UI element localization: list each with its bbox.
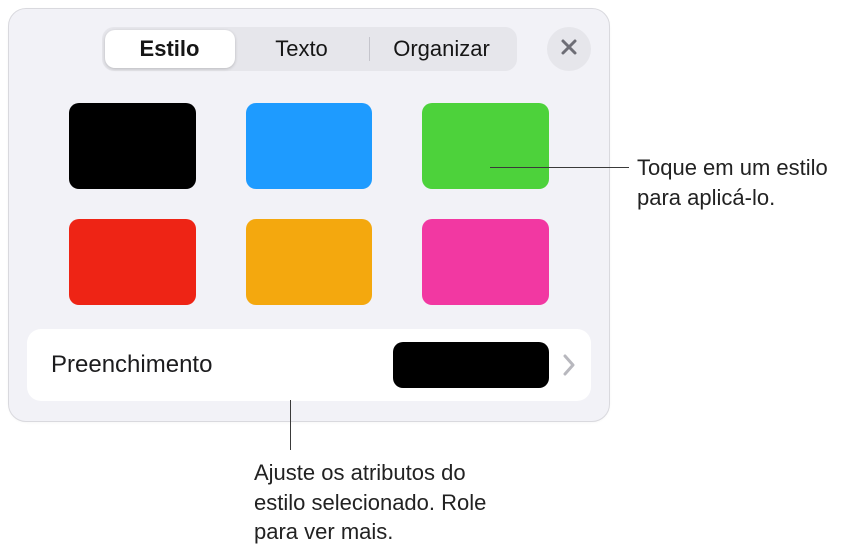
style-swatch[interactable]	[246, 219, 373, 305]
style-swatch[interactable]	[422, 103, 549, 189]
panel-header: Estilo Texto Organizar	[9, 9, 609, 71]
style-swatch[interactable]	[69, 219, 196, 305]
style-swatch[interactable]	[246, 103, 373, 189]
tab-texto[interactable]: Texto	[235, 30, 369, 68]
style-swatch-grid	[9, 71, 609, 305]
fill-label: Preenchimento	[51, 351, 393, 379]
chevron-right-icon	[563, 354, 575, 376]
tab-estilo[interactable]: Estilo	[105, 30, 235, 68]
style-swatch[interactable]	[422, 219, 549, 305]
tab-organizar-label: Organizar	[393, 36, 490, 62]
callout-text: Toque em um estilo para aplicá-lo.	[637, 153, 837, 212]
close-button[interactable]	[547, 27, 591, 71]
callout-leader-line	[290, 400, 291, 450]
close-icon	[559, 37, 579, 62]
fill-color-preview	[393, 342, 549, 388]
style-swatch[interactable]	[69, 103, 196, 189]
format-panel: Estilo Texto Organizar Preenchiment	[8, 8, 610, 422]
callout-leader-line	[490, 167, 629, 168]
segmented-control: Estilo Texto Organizar	[102, 27, 517, 71]
tab-texto-label: Texto	[275, 36, 328, 62]
fill-row[interactable]: Preenchimento	[27, 329, 591, 401]
tab-organizar[interactable]: Organizar	[370, 30, 514, 68]
tab-estilo-label: Estilo	[140, 36, 200, 62]
callout-text: Ajuste os atributos do estilo selecionad…	[254, 458, 514, 547]
